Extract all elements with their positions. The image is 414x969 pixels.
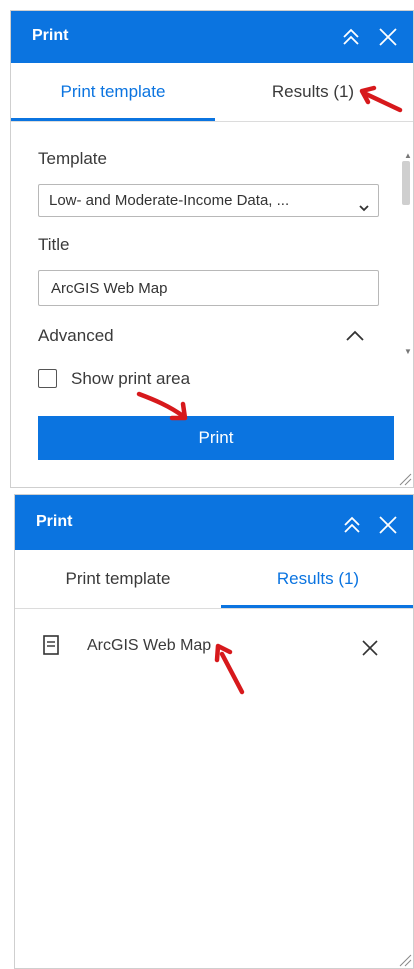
show-print-area-label: Show print area [71,369,191,388]
template-select[interactable]: Low- and Moderate-Income Data, ... [38,184,379,217]
tab-bar: Print template Results (1) [11,63,413,122]
advanced-label: Advanced [38,326,114,345]
annotation-arrow-icon [135,388,193,429]
close-icon[interactable] [360,638,380,658]
scroll-thumb[interactable] [402,161,410,205]
show-print-area-checkbox[interactable] [38,369,57,388]
panel-header: Print [11,11,413,63]
title-label: Title [38,235,70,254]
scroll-down-icon[interactable]: ▼ [404,347,412,356]
chevron-up-icon[interactable] [344,329,366,343]
result-link[interactable]: ArcGIS Web Map [87,637,211,655]
resize-grip-icon[interactable] [398,472,412,486]
close-icon[interactable] [376,25,400,49]
tab-bar: Print template Results (1) [15,550,413,609]
document-icon [43,635,59,655]
resize-grip-icon[interactable] [398,953,412,967]
panel-title: Print [36,513,73,530]
panel-header: Print [15,495,413,550]
collapse-up-icon[interactable] [339,25,363,49]
panel-title: Print [32,27,69,44]
tab-print-template[interactable]: Print template [15,550,221,608]
template-label: Template [38,149,107,168]
close-icon[interactable] [376,513,400,537]
annotation-arrow-icon [358,84,404,119]
chevron-down-icon [358,194,370,212]
scroll-up-icon[interactable]: ▲ [404,151,412,160]
title-input[interactable] [38,270,379,306]
tab-print-template[interactable]: Print template [11,63,215,121]
template-select-value: Low- and Moderate-Income Data, ... [49,192,290,209]
print-panel-template-view: Print Print template Results (1) Templat… [10,10,414,488]
tab-results[interactable]: Results (1) [221,550,413,608]
print-panel-results-view: Print Print template Results (1) ArcGIS … [14,494,414,969]
annotation-arrow-icon [208,638,248,703]
collapse-up-icon[interactable] [340,513,364,537]
print-button[interactable]: Print [38,416,394,460]
